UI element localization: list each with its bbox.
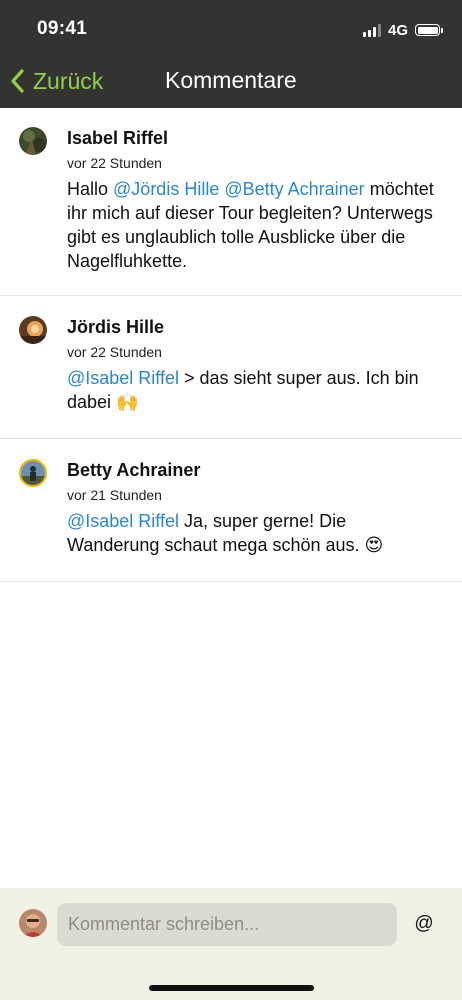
comment-time: vor 21 Stunden xyxy=(67,487,162,503)
comment-text: @Isabel Riffel > das sieht super aus. Ic… xyxy=(67,366,427,415)
comment-time: vor 22 Stunden xyxy=(67,155,162,171)
avatar[interactable] xyxy=(19,459,47,487)
mention-link[interactable]: @Isabel Riffel xyxy=(67,368,179,388)
heart-eyes-emoji: 😍 xyxy=(364,535,384,556)
mention-button[interactable]: @ xyxy=(413,913,435,937)
comment-item: Betty Achrainer vor 21 Stunden @Isabel R… xyxy=(0,439,462,582)
app-header: 09:41 4G Zurück Kommentare xyxy=(0,0,462,108)
comment-item: Jördis Hille vor 22 Stunden @Isabel Riff… xyxy=(0,296,462,439)
back-label: Zurück xyxy=(33,67,104,94)
comment-list: Isabel Riffel vor 22 Stunden Hallo @Jörd… xyxy=(0,108,462,582)
comment-time: vor 22 Stunden xyxy=(67,344,162,360)
status-time: 09:41 xyxy=(37,18,88,39)
comment-text: @Isabel Riffel Ja, super gerne! Die Wand… xyxy=(67,509,427,558)
comment-author[interactable]: Betty Achrainer xyxy=(67,460,200,481)
comment-text-prefix: Hallo xyxy=(67,179,114,199)
comment-author[interactable]: Isabel Riffel xyxy=(67,128,168,149)
avatar[interactable] xyxy=(19,127,47,155)
mention-link[interactable]: @Betty Achrainer xyxy=(224,179,364,199)
battery-icon xyxy=(415,24,443,36)
comment-item: Isabel Riffel vor 22 Stunden Hallo @Jörd… xyxy=(0,108,462,296)
network-label: 4G xyxy=(387,21,408,39)
home-indicator xyxy=(149,985,314,991)
signal-bars-icon xyxy=(362,23,381,37)
page-title: Kommentare xyxy=(165,67,297,93)
status-bar: 09:41 4G xyxy=(0,0,462,58)
comment-input[interactable] xyxy=(57,903,397,946)
comment-text: Hallo @Jördis Hille @Betty Achrainer möc… xyxy=(67,177,452,273)
back-button[interactable]: Zurück xyxy=(10,64,103,98)
status-icons: 4G xyxy=(362,20,443,40)
avatar[interactable] xyxy=(19,316,47,344)
mention-link[interactable]: @Jördis Hille xyxy=(113,179,219,199)
mention-link[interactable]: @Isabel Riffel xyxy=(67,511,179,531)
chevron-left-icon xyxy=(11,69,24,93)
comment-composer: @ xyxy=(0,888,462,1000)
avatar xyxy=(19,909,47,937)
comment-author[interactable]: Jördis Hille xyxy=(67,317,164,338)
raised-hands-emoji: 🙌 xyxy=(116,392,139,413)
